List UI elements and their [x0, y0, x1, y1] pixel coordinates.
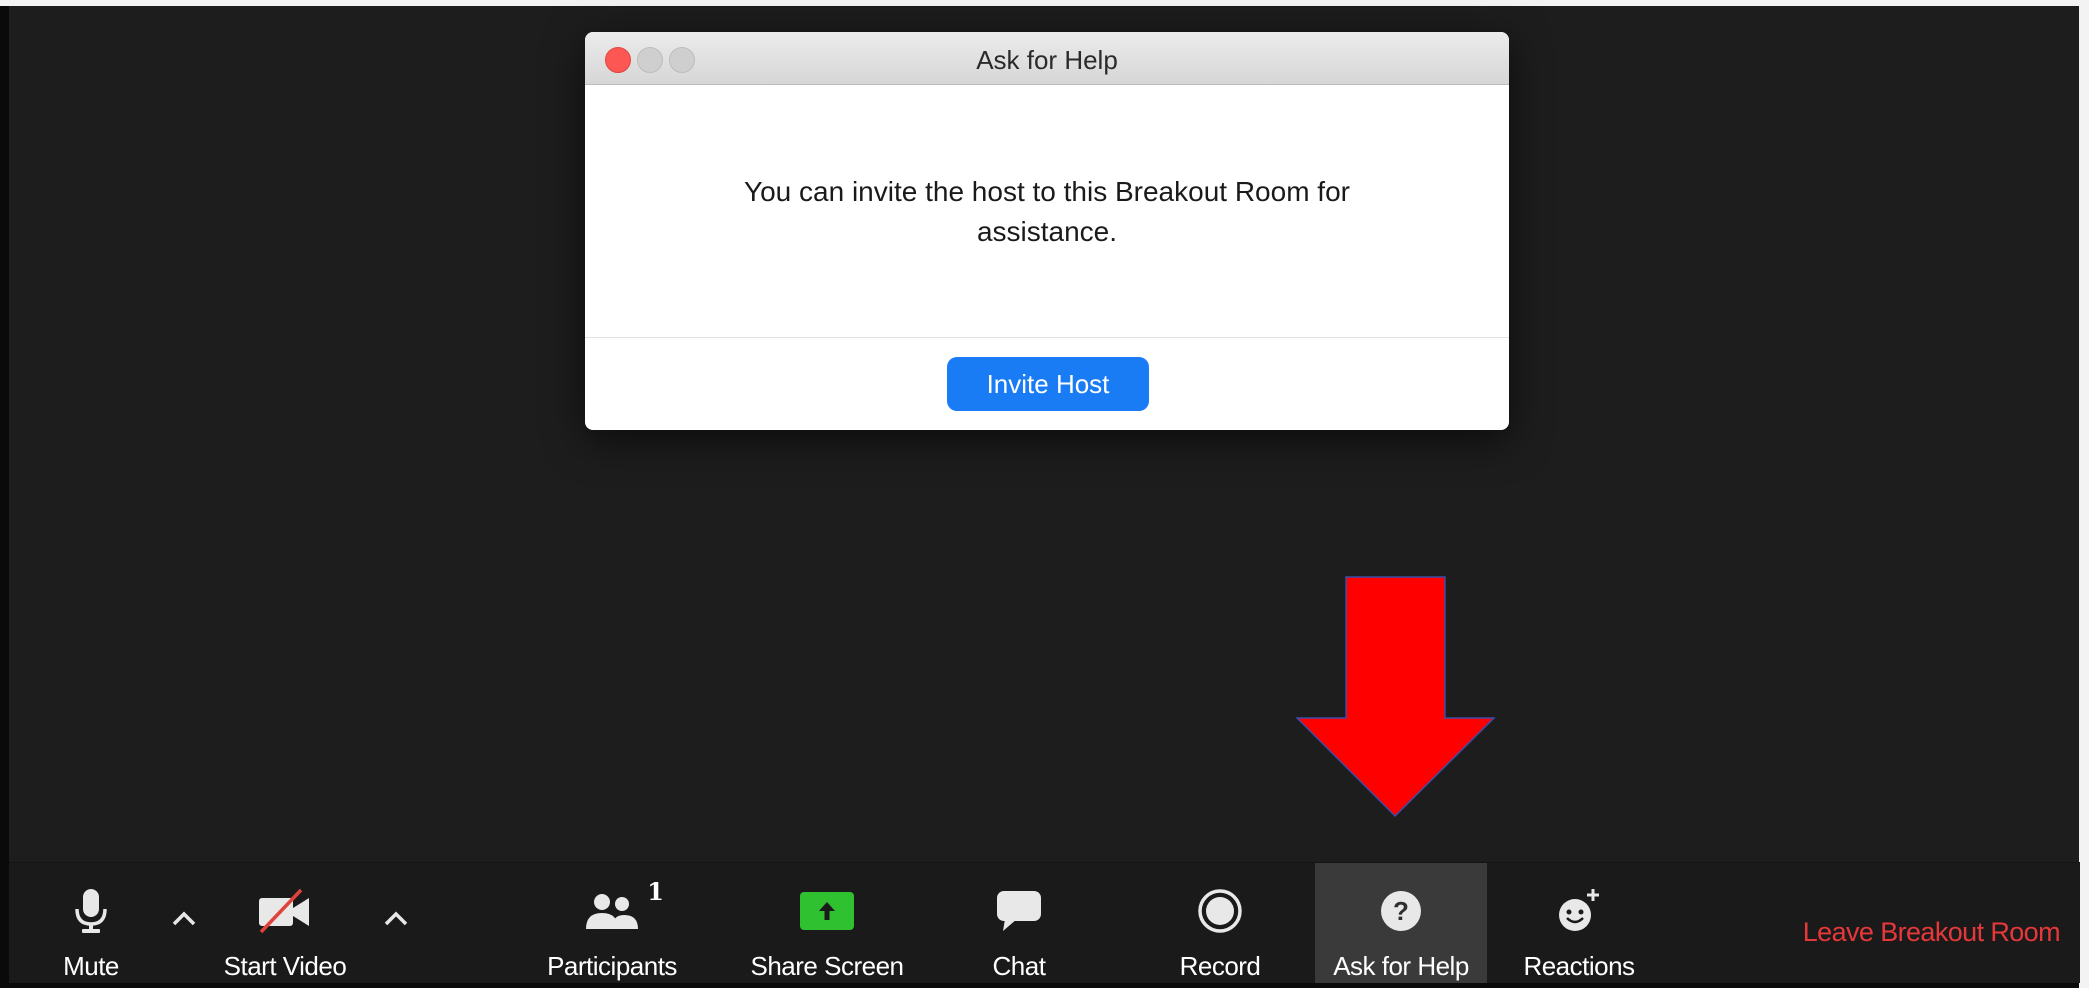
start-video-button[interactable]: Start Video — [215, 863, 355, 983]
record-label: Record — [1179, 951, 1261, 981]
record-icon — [1197, 885, 1243, 937]
svg-text:?: ? — [1393, 896, 1409, 926]
dialog-divider — [585, 337, 1509, 338]
invite-host-button[interactable]: Invite Host — [947, 357, 1149, 411]
reactions-icon — [1555, 885, 1603, 937]
share-screen-icon — [800, 892, 854, 930]
dialog-title: Ask for Help — [976, 45, 1118, 75]
record-button[interactable]: Record — [1165, 863, 1275, 983]
dialog-titlebar: Ask for Help — [585, 32, 1509, 85]
start-video-label: Start Video — [223, 951, 347, 981]
share-screen-button[interactable]: Share Screen — [735, 863, 919, 983]
chat-label: Chat — [992, 951, 1046, 981]
ask-for-help-dialog: Ask for Help You can invite the host to … — [585, 32, 1509, 430]
chevron-up-icon[interactable] — [383, 909, 409, 927]
chevron-up-icon[interactable] — [171, 909, 197, 927]
dialog-message: You can invite the host to this Breakout… — [744, 176, 1350, 247]
microphone-icon — [74, 885, 108, 937]
red-arrow-annotation — [1296, 576, 1496, 818]
mute-button[interactable]: Mute — [39, 863, 143, 983]
participants-icon: 1 — [582, 877, 664, 937]
video-off-icon — [255, 885, 315, 937]
window-right-edge — [2079, 0, 2089, 988]
leave-breakout-room-button[interactable]: Leave Breakout Room — [1803, 917, 2061, 948]
meeting-toolbar: Mute Start Video 1 Participants Share Sc… — [9, 862, 2080, 983]
chat-button[interactable]: Chat — [969, 863, 1069, 983]
share-screen-label: Share Screen — [750, 951, 904, 981]
chat-icon — [995, 885, 1043, 937]
participants-button[interactable]: 1 Participants — [529, 863, 695, 983]
ask-for-help-button[interactable]: ? Ask for Help — [1315, 863, 1487, 983]
participants-count-badge: 1 — [647, 877, 664, 906]
reactions-label: Reactions — [1523, 951, 1635, 981]
help-icon: ? — [1379, 885, 1423, 937]
reactions-button[interactable]: Reactions — [1509, 863, 1649, 983]
ask-for-help-label: Ask for Help — [1333, 951, 1469, 981]
participants-label: Participants — [547, 951, 677, 981]
mute-label: Mute — [63, 951, 119, 981]
